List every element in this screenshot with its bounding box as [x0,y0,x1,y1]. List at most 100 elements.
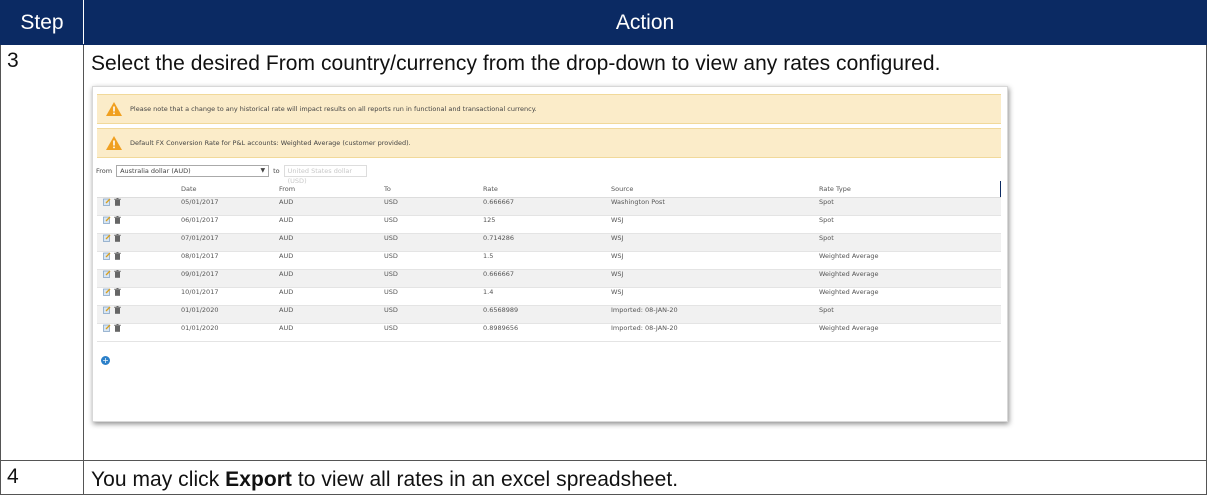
add-icon[interactable]: + [101,356,110,365]
row-actions [97,215,181,234]
edit-icon[interactable] [103,234,111,244]
trash-icon[interactable] [114,324,121,334]
cell-rate: 0.666667 [483,197,611,216]
table-row: 09/01/2017 AUD USD 0.666667 WSJ Weighted Aver… [97,269,1001,288]
from-currency-select[interactable]: Australia dollar (AUD) ▼ [116,165,270,177]
cell-date: 01/01/2020 [181,323,279,342]
column-header: Rate Type [819,181,1001,198]
cell-type: Spot [819,215,1001,234]
cell-to: USD [384,233,483,252]
cell-rate: 1.5 [483,251,611,270]
cell-source: Washington Post [611,197,819,216]
cell-type: Weighted Average [819,323,1001,342]
to-label: to [273,167,280,175]
embedded-screenshot: Please note that a change to any histori… [92,86,1008,422]
row-actions [97,323,181,342]
alert-text: Default FX Conversion Rate for P&L accou… [130,139,411,147]
cell-type: Spot [819,233,1001,252]
edit-icon[interactable] [103,288,111,298]
step-instruction: Select the desired From country/currency… [91,52,941,75]
instruction-text: to view all rates in an excel spreadshee… [291,468,679,491]
edit-icon[interactable] [103,306,111,316]
chevron-down-icon: ▼ [260,167,266,174]
cell-type: Spot [819,305,1001,324]
warning-icon [105,135,123,151]
cell-to: USD [384,323,483,342]
trash-icon[interactable] [114,234,121,244]
cell-date: 05/01/2017 [181,197,279,216]
edit-icon[interactable] [103,270,111,280]
column-header: To [384,181,483,198]
table-row: 06/01/2017 AUD USD 125 WSJ Spot [97,215,1001,234]
column-header: Rate [483,181,611,198]
step-number: 3 [0,44,84,461]
step-row: 3 Select the desired From country/curren… [0,44,1207,461]
cell-from: AUD [279,197,384,216]
column-header: From [279,181,384,198]
cell-rate: 0.6568989 [483,305,611,324]
cell-source: Imported: 08-JAN-20 [611,323,819,342]
cell-rate: 1.4 [483,287,611,306]
table-row: 05/01/2017 AUD USD 0.666667 Washington Post S… [97,197,1001,216]
step-number: 4 [0,460,84,495]
cell-rate: 0.666667 [483,269,611,288]
row-actions [97,305,181,324]
warning-alert: Please note that a change to any histori… [97,94,1001,124]
currency-filter: From Australia dollar (AUD) ▼ to United S… [96,165,371,185]
table-row: 01/01/2020 AUD USD 0.6568989 Imported: 08-JA… [97,305,1001,324]
cell-type: Weighted Average [819,269,1001,288]
rates-table: Date From To Rate Source Rate Type 05/01… [97,181,1001,342]
export-label: Export [225,468,292,491]
trash-icon[interactable] [114,288,121,298]
step-instruction: You may click Export to view all rates i… [84,461,1206,494]
from-label: From [96,167,113,175]
edit-icon[interactable] [103,324,111,334]
cell-source: WSJ [611,269,819,288]
cell-type: Weighted Average [819,251,1001,270]
edit-icon[interactable] [103,198,111,208]
cell-from: AUD [279,215,384,234]
trash-icon[interactable] [114,252,121,262]
step-header: Step [0,0,84,45]
actions-column-header [97,181,181,198]
cell-date: 08/01/2017 [181,251,279,270]
trash-icon[interactable] [114,306,121,316]
rates-header-row: Date From To Rate Source Rate Type [97,181,1001,198]
to-currency-select: United States dollar (USD) [283,165,367,185]
cell-to: USD [384,197,483,216]
cell-from: AUD [279,269,384,288]
trash-icon[interactable] [114,270,121,280]
table-row: 07/01/2017 AUD USD 0.714286 WSJ Spot [97,233,1001,252]
cell-date: 01/01/2020 [181,305,279,324]
action-cell: Select the desired From country/currency… [83,44,1207,461]
row-actions [97,287,181,306]
cell-date: 10/01/2017 [181,287,279,306]
rates-body: 05/01/2017 AUD USD 0.666667 Washington Post S… [97,197,1001,342]
table-row: 10/01/2017 AUD USD 1.4 WSJ Weighted Average [97,287,1001,306]
edit-icon[interactable] [103,216,111,226]
cell-date: 09/01/2017 [181,269,279,288]
cell-from: AUD [279,323,384,342]
cell-type: Weighted Average [819,287,1001,306]
procedure-table: Step Action 3 Select the desired From co… [0,0,1207,495]
info-alert: Default FX Conversion Rate for P&L accou… [97,128,1001,158]
column-header: Date [181,181,279,198]
row-actions [97,251,181,270]
instruction-text: You may click [91,468,226,491]
cell-source: WSJ [611,233,819,252]
row-actions [97,233,181,252]
cell-source: WSJ [611,251,819,270]
edit-icon[interactable] [103,252,111,262]
step-row: 4 You may click Export to view all rates… [0,460,1207,495]
trash-icon[interactable] [114,216,121,226]
row-actions [97,269,181,288]
trash-icon[interactable] [114,198,121,208]
cell-type: Spot [819,197,1001,216]
from-currency-value: Australia dollar (AUD) [120,167,191,175]
cell-source: WSJ [611,215,819,234]
cell-to: USD [384,287,483,306]
action-cell: You may click Export to view all rates i… [83,460,1207,495]
cell-rate: 0.714286 [483,233,611,252]
cell-source: WSJ [611,287,819,306]
cell-source: Imported: 08-JAN-20 [611,305,819,324]
